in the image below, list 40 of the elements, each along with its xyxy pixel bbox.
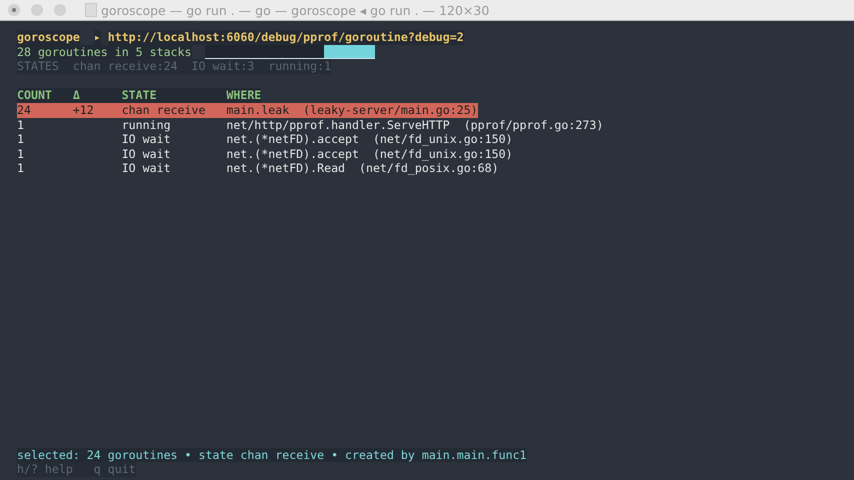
- status-text: selected: 24 goroutines • state chan receive • created by main.main.func1: [17, 448, 527, 462]
- table-cell-text: IO wait: [122, 161, 172, 176]
- app-name: goroscope: [17, 30, 80, 45]
- state-count: STATES: [17, 59, 59, 74]
- table-row[interactable]: 24 +12 chan receive main.leak (leaky-server/main.go:25): [17, 102, 478, 118]
- table-cell-text: IO wait: [122, 132, 172, 147]
- table-row[interactable]: 1 IO wait net.(*netFD).Read (net/fd_posix.go:68): [17, 161, 499, 176]
- table-row[interactable]: 1 IO wait net.(*netFD).accept (net/fd_unix.go:150): [17, 146, 513, 162]
- table-cell: net/http/pprof.handler.ServeHTTP (pprof/pprof.go:273): [226, 118, 604, 132]
- table-cell-text: 1: [17, 118, 25, 132]
- table-cell-text: 1: [17, 146, 25, 162]
- document-icon: [85, 3, 97, 17]
- table-row[interactable]: 1 running net/http/pprof.handler.ServeHTTP (pprof/pprof.go:273): [17, 118, 604, 132]
- summary-text: 28 goroutines in 5 stacks: [17, 44, 192, 60]
- table-cell-text: 24: [17, 102, 32, 118]
- state-count: chan receive:24: [72, 59, 178, 74]
- table-cell-text: 1: [17, 132, 25, 147]
- help-text: h/? help q quit: [17, 462, 136, 477]
- table-cell-text: chan receive: [122, 102, 206, 118]
- table-cell-text: +12: [72, 102, 95, 118]
- column-header: WHERE: [226, 88, 262, 103]
- table-row[interactable]: 1 IO wait net.(*netFD).accept (net/fd_unix.go:150): [17, 132, 513, 147]
- minimize-button[interactable]: [31, 4, 43, 16]
- state-count: IO wait:3: [192, 59, 254, 74]
- column-header: COUNT: [17, 88, 73, 103]
- state-count: running:1: [268, 59, 332, 74]
- column-header: STATE: [122, 88, 226, 103]
- close-button[interactable]: [8, 4, 20, 16]
- url-text: http://localhost:6060/debug/pprof/goroutine?debug=2: [108, 30, 464, 45]
- table-cell-text: 1: [17, 161, 25, 176]
- arrow-glyph: ▸: [94, 30, 101, 45]
- zoom-button[interactable]: [54, 4, 66, 16]
- table-cell: net.(*netFD).Read (net/fd_posix.go:68): [226, 161, 499, 176]
- column-header: Δ: [72, 88, 122, 103]
- window-title: goroscope — go run . — go — goroscope ◂ go run . — 120×30: [101, 2, 490, 18]
- table-cell: main.leak (leaky-server/main.go:25): [226, 102, 478, 118]
- table-cell-text: IO wait: [122, 146, 172, 162]
- table-cell-text: running: [122, 118, 172, 132]
- table-cell: net.(*netFD).accept (net/fd_unix.go:150): [226, 132, 513, 147]
- table-cell: net.(*netFD).accept (net/fd_unix.go:150): [226, 146, 513, 162]
